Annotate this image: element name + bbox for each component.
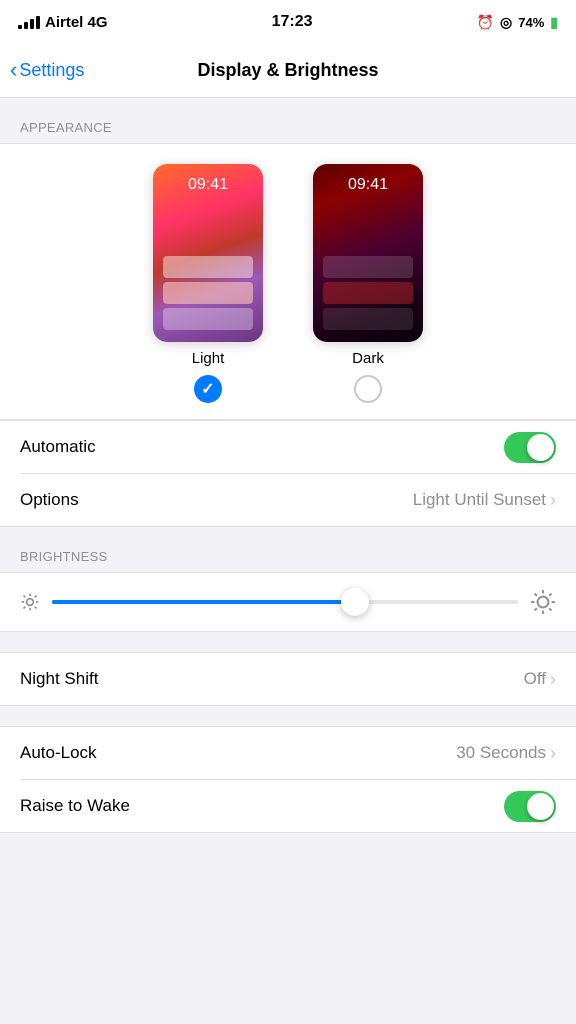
- night-shift-value-container: Off ›: [524, 669, 556, 690]
- night-shift-card: Night Shift Off ›: [0, 652, 576, 706]
- brightness-row: [20, 589, 556, 615]
- lock-wake-card: Auto-Lock 30 Seconds › Raise to Wake: [0, 726, 576, 833]
- alarm-icon: ⏰: [477, 14, 494, 31]
- light-label: Light: [192, 350, 225, 367]
- dark-option[interactable]: 09:41 Dark: [313, 164, 423, 403]
- widget-bar-3: [163, 308, 253, 330]
- light-radio[interactable]: [194, 375, 222, 403]
- auto-lock-chevron-icon: ›: [550, 743, 556, 764]
- dark-preview-time: 09:41: [313, 176, 423, 194]
- brightness-slider-track[interactable]: [52, 600, 518, 604]
- dark-preview: 09:41: [313, 164, 423, 342]
- auto-lock-value-container: 30 Seconds ›: [456, 743, 556, 764]
- auto-lock-value: 30 Seconds: [456, 743, 546, 763]
- location-icon: ◎: [500, 14, 512, 31]
- options-value: Light Until Sunset: [413, 490, 546, 510]
- dark-preview-widgets: [313, 252, 423, 342]
- status-time: 17:23: [272, 13, 313, 31]
- brightness-section-header: BRIGHTNESS: [0, 527, 576, 572]
- battery-label: 74%: [518, 15, 544, 30]
- light-option[interactable]: 09:41 Light: [153, 164, 263, 403]
- raise-to-wake-toggle-thumb: [527, 793, 554, 820]
- signal-bars-icon: [18, 16, 40, 29]
- light-preview-time: 09:41: [153, 176, 263, 194]
- night-shift-row[interactable]: Night Shift Off ›: [0, 653, 576, 705]
- back-button[interactable]: ‹ Settings: [10, 60, 84, 81]
- automatic-row: Automatic: [0, 421, 576, 473]
- options-label: Options: [20, 490, 413, 510]
- widget-bar-1: [163, 256, 253, 278]
- carrier-label: Airtel 4G: [45, 14, 108, 31]
- raise-to-wake-toggle[interactable]: [504, 791, 556, 822]
- brightness-card: [0, 572, 576, 632]
- dark-widget-bar-3: [323, 308, 413, 330]
- options-chevron-icon: ›: [550, 490, 556, 511]
- gap-1: [0, 632, 576, 652]
- brightness-high-icon: [530, 589, 556, 615]
- light-preview-widgets: [153, 252, 263, 342]
- page-title: Display & Brightness: [197, 60, 378, 81]
- options-value-container: Light Until Sunset ›: [413, 490, 556, 511]
- automatic-label: Automatic: [20, 437, 504, 457]
- dark-widget-bar-1: [323, 256, 413, 278]
- raise-to-wake-row: Raise to Wake: [0, 780, 576, 832]
- gap-2: [0, 706, 576, 726]
- toggle-thumb: [527, 434, 554, 461]
- status-right: ⏰ ◎ 74% ▮: [477, 14, 558, 31]
- auto-lock-label: Auto-Lock: [20, 743, 456, 763]
- status-left: Airtel 4G: [18, 14, 108, 31]
- brightness-low-icon: [20, 592, 40, 612]
- appearance-section-header: APPEARANCE: [0, 98, 576, 143]
- night-shift-value: Off: [524, 669, 546, 689]
- night-shift-label: Night Shift: [20, 669, 524, 689]
- status-bar: Airtel 4G 17:23 ⏰ ◎ 74% ▮: [0, 0, 576, 44]
- chevron-left-icon: ‹: [10, 59, 17, 81]
- auto-lock-row[interactable]: Auto-Lock 30 Seconds ›: [0, 727, 576, 779]
- battery-icon: ▮: [550, 14, 558, 31]
- light-preview: 09:41: [153, 164, 263, 342]
- nav-bar: ‹ Settings Display & Brightness: [0, 44, 576, 98]
- widget-bar-2: [163, 282, 253, 304]
- dark-label: Dark: [352, 350, 384, 367]
- automatic-card: Automatic Options Light Until Sunset ›: [0, 420, 576, 527]
- brightness-slider-thumb[interactable]: [341, 588, 369, 616]
- automatic-section: Automatic Options Light Until Sunset ›: [0, 420, 576, 527]
- appearance-options: 09:41 Light 09:41 Dark: [0, 164, 576, 403]
- automatic-toggle[interactable]: [504, 432, 556, 463]
- back-label: Settings: [19, 60, 84, 81]
- dark-radio[interactable]: [354, 375, 382, 403]
- raise-to-wake-label: Raise to Wake: [20, 796, 504, 816]
- dark-widget-bar-2: [323, 282, 413, 304]
- night-shift-chevron-icon: ›: [550, 669, 556, 690]
- options-row[interactable]: Options Light Until Sunset ›: [0, 474, 576, 526]
- brightness-slider-fill: [52, 600, 355, 604]
- appearance-card: 09:41 Light 09:41 Dark: [0, 143, 576, 420]
